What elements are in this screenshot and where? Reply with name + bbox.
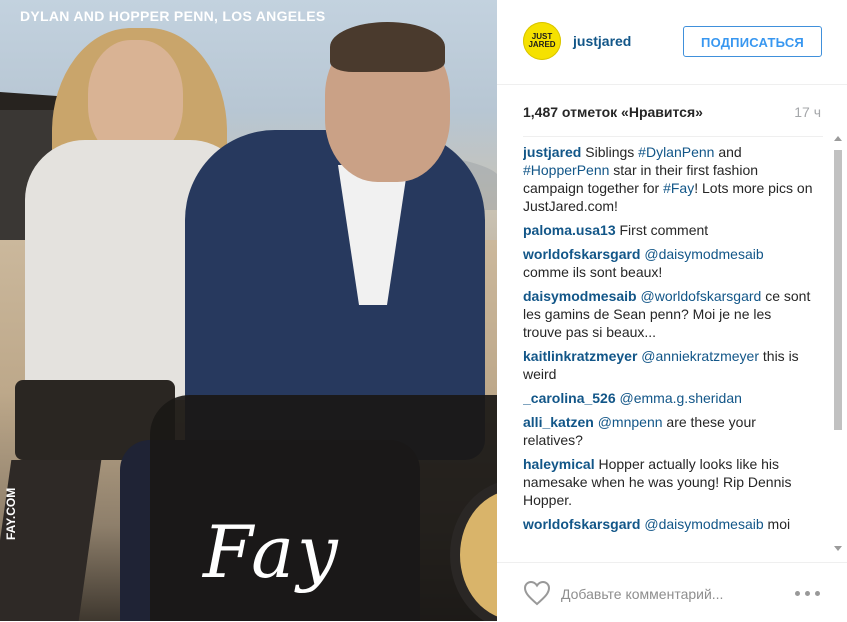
more-dot [805, 591, 810, 596]
comments-scrollbar[interactable] [833, 136, 843, 556]
comment-mention[interactable]: @mnpenn [598, 414, 663, 430]
photo-man-hair [330, 22, 445, 72]
comment-item: _carolina_526 @emma.g.sheridan [523, 389, 813, 407]
comment-item: paloma.usa13 First comment [523, 221, 813, 239]
comment-hashtag[interactable]: #HopperPenn [523, 162, 609, 178]
follow-button[interactable]: ПОДПИСАТЬСЯ [683, 26, 822, 57]
comment-username[interactable]: alli_katzen [523, 414, 594, 430]
comment-username[interactable]: haleymical [523, 456, 595, 472]
comment-item: kaitlinkratzmeyer @anniekratzmeyer this … [523, 347, 813, 383]
comment-item: alli_katzen @mnpenn are these your relat… [523, 413, 813, 449]
comment-username[interactable]: kaitlinkratzmeyer [523, 348, 637, 364]
post-time[interactable]: 17 ч [794, 104, 821, 120]
more-dot [795, 591, 800, 596]
comment-username[interactable]: worldofskarsgard [523, 516, 640, 532]
scroll-down-icon[interactable] [834, 546, 842, 551]
scrollbar-thumb[interactable] [834, 150, 842, 430]
comment-text: comme ils sont beaux! [523, 264, 663, 280]
likes-count[interactable]: 1,487 отметок «Нравится» [523, 104, 703, 120]
more-options-icon[interactable] [795, 591, 821, 597]
comment-mention[interactable]: @anniekratzmeyer [641, 348, 759, 364]
post-photo[interactable]: DYLAN AND HOPPER PENN, LOS ANGELES Fay F… [0, 0, 497, 621]
post-header: JUST JARED justjared ПОДПИСАТЬСЯ [497, 0, 847, 85]
comment-text: First comment [615, 222, 709, 238]
comment-username[interactable]: _carolina_526 [523, 390, 616, 406]
comment-item: worldofskarsgard @daisymodmesaib moi [523, 515, 813, 533]
comment-item: daisymodmesaib @worldofskarsgard ce sont… [523, 287, 813, 341]
comment-text: and [714, 144, 742, 160]
brand-url: FAY.COM [4, 487, 18, 540]
more-dot [815, 591, 820, 596]
comment-username[interactable]: worldofskarsgard [523, 246, 640, 262]
photo-caption: DYLAN AND HOPPER PENN, LOS ANGELES [20, 8, 326, 24]
username-link[interactable]: justjared [573, 33, 631, 49]
post-side-panel: JUST JARED justjared ПОДПИСАТЬСЯ 1,487 о… [497, 0, 847, 621]
divider [523, 136, 823, 137]
comment-mention[interactable]: @daisymodmesaib [644, 246, 763, 262]
comment-hashtag[interactable]: #DylanPenn [638, 144, 714, 160]
avatar[interactable]: JUST JARED [523, 22, 561, 60]
comment-username[interactable]: justjared [523, 144, 581, 160]
instagram-post: DYLAN AND HOPPER PENN, LOS ANGELES Fay F… [0, 0, 847, 621]
comment-mention[interactable]: @emma.g.sheridan [620, 390, 742, 406]
comment-item: haleymical Hopper actually looks like hi… [523, 455, 813, 509]
comment-text: Siblings [581, 144, 639, 160]
likes-row: 1,487 отметок «Нравится» 17 ч [523, 104, 823, 124]
comment-text: moi [763, 516, 791, 532]
comment-mention[interactable]: @worldofskarsgard [641, 288, 762, 304]
comment-username[interactable]: daisymodmesaib [523, 288, 637, 304]
comment-item: worldofskarsgard @daisymodmesaib comme i… [523, 245, 813, 281]
comment-username[interactable]: paloma.usa13 [523, 222, 616, 238]
heart-icon[interactable] [523, 580, 551, 606]
brand-logo: Fay [203, 510, 341, 594]
comment-mention[interactable]: @daisymodmesaib [644, 516, 763, 532]
avatar-logo-text: JUST JARED [528, 32, 556, 49]
post-footer [497, 562, 847, 622]
comments-list: justjared Siblings #DylanPenn and #Hoppe… [523, 143, 813, 553]
scroll-up-icon[interactable] [834, 136, 842, 141]
comment-hashtag[interactable]: #Fay [663, 180, 694, 196]
comment-item: justjared Siblings #DylanPenn and #Hoppe… [523, 143, 813, 215]
add-comment-input[interactable] [561, 583, 781, 605]
